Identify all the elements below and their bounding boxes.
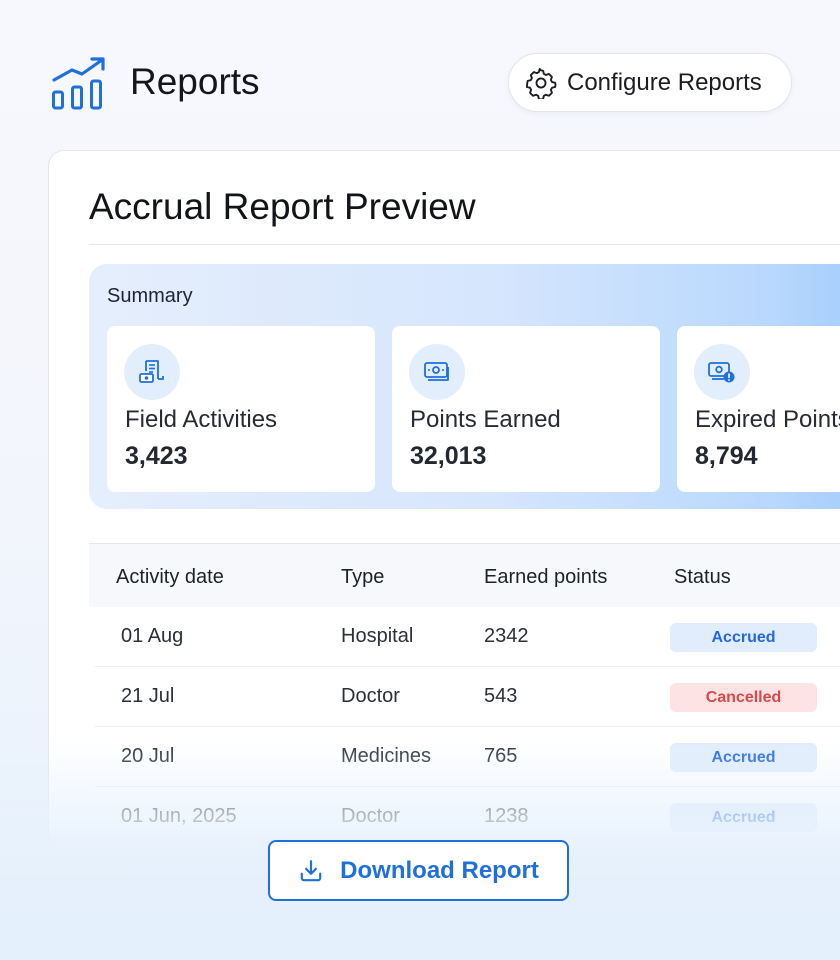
cell-points: 2342 (484, 625, 529, 647)
receipt-cash-icon (139, 360, 164, 383)
stat-value: 32,013 (410, 442, 487, 470)
download-icon (300, 859, 322, 881)
status-badge: Cancelled (670, 683, 817, 712)
table-row[interactable]: 20 Jul Medicines 765 Accrued (95, 727, 840, 787)
cell-type: Doctor (341, 805, 400, 827)
stat-label: Expired Points (695, 406, 840, 433)
report-preview-card: Accrual Report Preview Summary Field Act… (48, 150, 840, 850)
bar-chart-trend-icon (52, 57, 105, 110)
stat-card-field-activities: Field Activities 3,423 (107, 326, 375, 492)
table-row[interactable]: 21 Jul Doctor 543 Cancelled (95, 667, 840, 727)
column-header-earned-points[interactable]: Earned points (484, 566, 607, 589)
configure-reports-label: Configure Reports (567, 68, 762, 96)
summary-panel: Summary Field Activities 3,423 Points Ea… (89, 264, 840, 509)
stat-value: 8,794 (695, 442, 758, 470)
stat-label: Field Activities (125, 406, 278, 433)
gear-icon (525, 67, 557, 99)
cell-points: 765 (484, 745, 518, 767)
banknote-icon (424, 362, 449, 381)
app-title: Reports (130, 61, 260, 102)
cell-points: 1238 (484, 805, 529, 827)
cell-type: Doctor (341, 685, 400, 707)
card-title: Accrual Report Preview (89, 186, 476, 227)
table-header: Activity date Type Earned points Status (89, 543, 840, 607)
cell-date: 21 Jul (121, 685, 175, 707)
download-report-label: Download Report (340, 856, 539, 884)
table-row[interactable]: 01 Aug Hospital 2342 Accrued (95, 607, 840, 667)
column-header-type[interactable]: Type (341, 566, 384, 589)
column-header-activity-date[interactable]: Activity date (116, 566, 224, 589)
cell-date: 20 Jul (121, 745, 175, 767)
cell-points: 543 (484, 685, 518, 707)
page-header: Reports Configure Reports (0, 0, 840, 150)
status-badge: Accrued (670, 743, 817, 772)
banknote-alert-icon (708, 362, 735, 383)
column-header-status[interactable]: Status (674, 566, 731, 589)
stat-value: 3,423 (125, 442, 188, 470)
cell-date: 01 Aug (121, 625, 184, 647)
cell-type: Medicines (341, 745, 432, 767)
title-divider (89, 244, 840, 245)
cell-type: Hospital (341, 625, 414, 647)
download-report-button[interactable]: Download Report (268, 840, 569, 901)
status-badge: Accrued (670, 803, 817, 832)
table-row[interactable]: 01 Jun, 2025 Doctor 1238 Accrued (95, 787, 840, 847)
configure-reports-button[interactable]: Configure Reports (508, 53, 792, 112)
stat-label: Points Earned (410, 406, 561, 433)
stat-card-expired-points: Expired Points 8,794 (677, 326, 840, 492)
stat-card-points-earned: Points Earned 32,013 (392, 326, 660, 492)
cell-date: 01 Jun, 2025 (121, 805, 237, 827)
status-badge: Accrued (670, 623, 817, 652)
summary-title: Summary (107, 285, 193, 307)
